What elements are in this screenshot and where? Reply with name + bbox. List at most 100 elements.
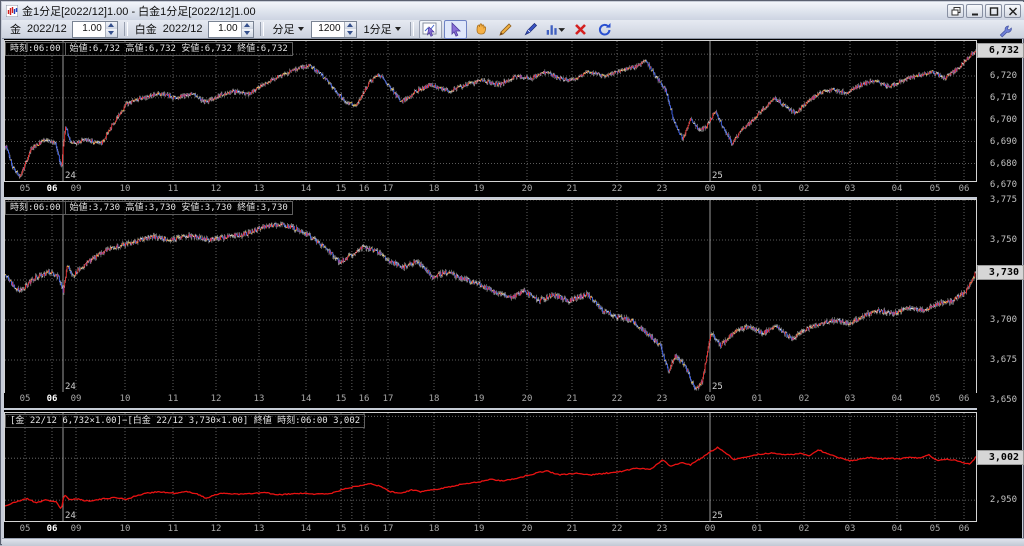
close-icon xyxy=(1008,7,1018,16)
float-window-button[interactable] xyxy=(947,4,964,18)
time-axis-label: 15 xyxy=(336,184,347,194)
platinum-candlestick-chart[interactable]: 2425 時刻:06:00 始値:3,730 高値:3,730 安値:3,730… xyxy=(4,199,977,393)
price-axis-label: 6,700 xyxy=(990,115,1017,125)
toolbar: 金 2022/12 1.00 白金 2022/12 1.00 分足 1200 1… xyxy=(2,20,1024,39)
spread-line-chart[interactable]: 2425 [金 22/12 6,732×1.00]−[白金 22/12 3,73… xyxy=(4,412,977,522)
plat-mult-up-button[interactable] xyxy=(242,22,253,30)
price-axis-label: 3,650 xyxy=(990,395,1017,405)
time-axis-label: 00 xyxy=(705,394,716,404)
price-axis-label: 6,670 xyxy=(990,180,1017,190)
chart-pointer-tool-button[interactable] xyxy=(419,20,442,39)
price-axis-gutter: 6,732 3,730 3,002 6,7206,7106,7006,6906,… xyxy=(977,39,1022,538)
bar-count-up-button[interactable] xyxy=(345,22,356,30)
platinum-time-axis: 0506091011121314151617181920212223000102… xyxy=(5,392,976,407)
select-tool-button[interactable] xyxy=(444,20,467,39)
time-axis-label: 03 xyxy=(845,524,856,534)
toolbar-separator xyxy=(410,22,414,36)
price-axis-label: 6,710 xyxy=(990,93,1017,103)
bar-count-value[interactable]: 1200 xyxy=(312,22,344,37)
time-axis-label: 04 xyxy=(892,184,903,194)
time-axis-label: 12 xyxy=(211,524,222,534)
maximize-button[interactable] xyxy=(985,4,1002,18)
chart-pointer-icon xyxy=(422,22,438,37)
bar-count-down-button[interactable] xyxy=(345,29,356,37)
pan-tool-button[interactable] xyxy=(469,20,492,39)
gold-mult-down-button[interactable] xyxy=(106,29,117,37)
pencil-tool-button[interactable] xyxy=(494,20,517,39)
gold-multiplier-value[interactable]: 1.00 xyxy=(73,22,105,37)
gold-mult-up-button[interactable] xyxy=(106,22,117,30)
time-axis-label: 16 xyxy=(359,394,370,404)
minimize-button[interactable] xyxy=(966,4,983,18)
time-axis-label: 21 xyxy=(567,184,578,194)
time-axis-label: 10 xyxy=(120,394,131,404)
time-axis-label: 22 xyxy=(612,394,623,404)
time-axis-label: 03 xyxy=(845,394,856,404)
interval-dropdown[interactable]: 1分足 xyxy=(362,20,403,38)
time-axis-label: 17 xyxy=(383,394,394,404)
chart-content-area: 24 25 時刻:06:00 始値:6,732 高値:6,732 安値:6,732… xyxy=(4,39,1022,538)
app-candle-icon xyxy=(6,5,18,17)
date-marker-label: 25 xyxy=(712,511,723,521)
time-axis-label: 05 xyxy=(930,184,941,194)
title-bar[interactable]: 金1分足[2022/12]1.00 - 白金1分足[2022/12]1.00 xyxy=(2,2,1024,21)
platinum-multiplier-spinner[interactable]: 1.00 xyxy=(208,21,254,38)
time-axis-label: 21 xyxy=(567,524,578,534)
time-axis-label: 22 xyxy=(612,184,623,194)
spread-time-axis: 0506091011121314151617181920212223000102… xyxy=(5,522,976,537)
toolbar-separator xyxy=(124,22,128,36)
platinum-current-price-box: 3,730 xyxy=(977,265,1024,280)
wrench-icon xyxy=(998,24,1013,39)
time-axis-label: 06 xyxy=(959,184,970,194)
gold-candlestick-chart[interactable]: 2425 時刻:06:00 始値:6,732 高値:6,732 安値:6,732… xyxy=(4,40,977,182)
plat-mult-down-button[interactable] xyxy=(242,29,253,37)
platinum-multiplier-value[interactable]: 1.00 xyxy=(209,22,241,37)
pen-tool-button[interactable] xyxy=(519,20,542,39)
time-axis-label: 06 xyxy=(47,184,58,194)
time-axis-label: 12 xyxy=(211,394,222,404)
time-axis-label: 20 xyxy=(522,524,533,534)
gold-current-price-box: 6,732 xyxy=(977,43,1024,58)
clear-drawings-button[interactable] xyxy=(569,20,592,39)
time-axis-label: 22 xyxy=(612,524,623,534)
time-axis-label: 19 xyxy=(474,524,485,534)
price-axis-label: 3,675 xyxy=(990,355,1017,365)
time-axis-label: 23 xyxy=(657,184,668,194)
bar-type-dropdown[interactable]: 分足 xyxy=(271,20,306,38)
date-marker-label: 25 xyxy=(712,382,723,392)
time-axis-label: 03 xyxy=(845,184,856,194)
date-marker-label: 24 xyxy=(65,171,76,181)
time-axis-label: 19 xyxy=(474,184,485,194)
time-axis-label: 06 xyxy=(959,394,970,404)
close-button[interactable] xyxy=(1004,4,1021,18)
time-axis-label: 11 xyxy=(168,524,179,534)
time-axis-label: 11 xyxy=(168,184,179,194)
time-axis-label: 17 xyxy=(383,524,394,534)
time-axis-label: 13 xyxy=(254,524,265,534)
minimize-icon xyxy=(970,7,980,16)
gold-info-row: 時刻:06:00 始値:6,732 高値:6,732 安値:6,732 終値:6… xyxy=(6,42,293,56)
time-axis-label: 04 xyxy=(892,524,903,534)
time-axis-label: 15 xyxy=(336,394,347,404)
window-title: 金1分足[2022/12]1.00 - 白金1分足[2022/12]1.00 xyxy=(22,3,256,19)
gold-contract-month: 2022/12 xyxy=(27,23,67,35)
price-axis-label: 6,690 xyxy=(990,137,1017,147)
time-axis-label: 02 xyxy=(799,524,810,534)
refresh-icon xyxy=(597,22,613,37)
delete-x-icon xyxy=(573,22,588,37)
time-axis-label: 18 xyxy=(429,524,440,534)
gold-symbol-label: 金 xyxy=(10,21,21,37)
refresh-button[interactable] xyxy=(594,20,617,39)
maximize-icon xyxy=(989,7,999,16)
time-axis-label: 12 xyxy=(211,184,222,194)
select-arrow-icon xyxy=(448,22,463,37)
date-marker-label: 24 xyxy=(65,382,76,392)
price-axis-label: 3,750 xyxy=(990,235,1017,245)
gold-multiplier-spinner[interactable]: 1.00 xyxy=(72,21,118,38)
time-axis-label: 16 xyxy=(359,184,370,194)
chart-type-button[interactable] xyxy=(544,20,567,39)
time-axis-label: 02 xyxy=(799,184,810,194)
bar-count-spinner[interactable]: 1200 xyxy=(311,21,357,38)
time-axis-label: 00 xyxy=(705,184,716,194)
platinum-ohlc-cell: 始値:3,730 高値:3,730 安値:3,730 終値:3,730 xyxy=(65,201,293,215)
